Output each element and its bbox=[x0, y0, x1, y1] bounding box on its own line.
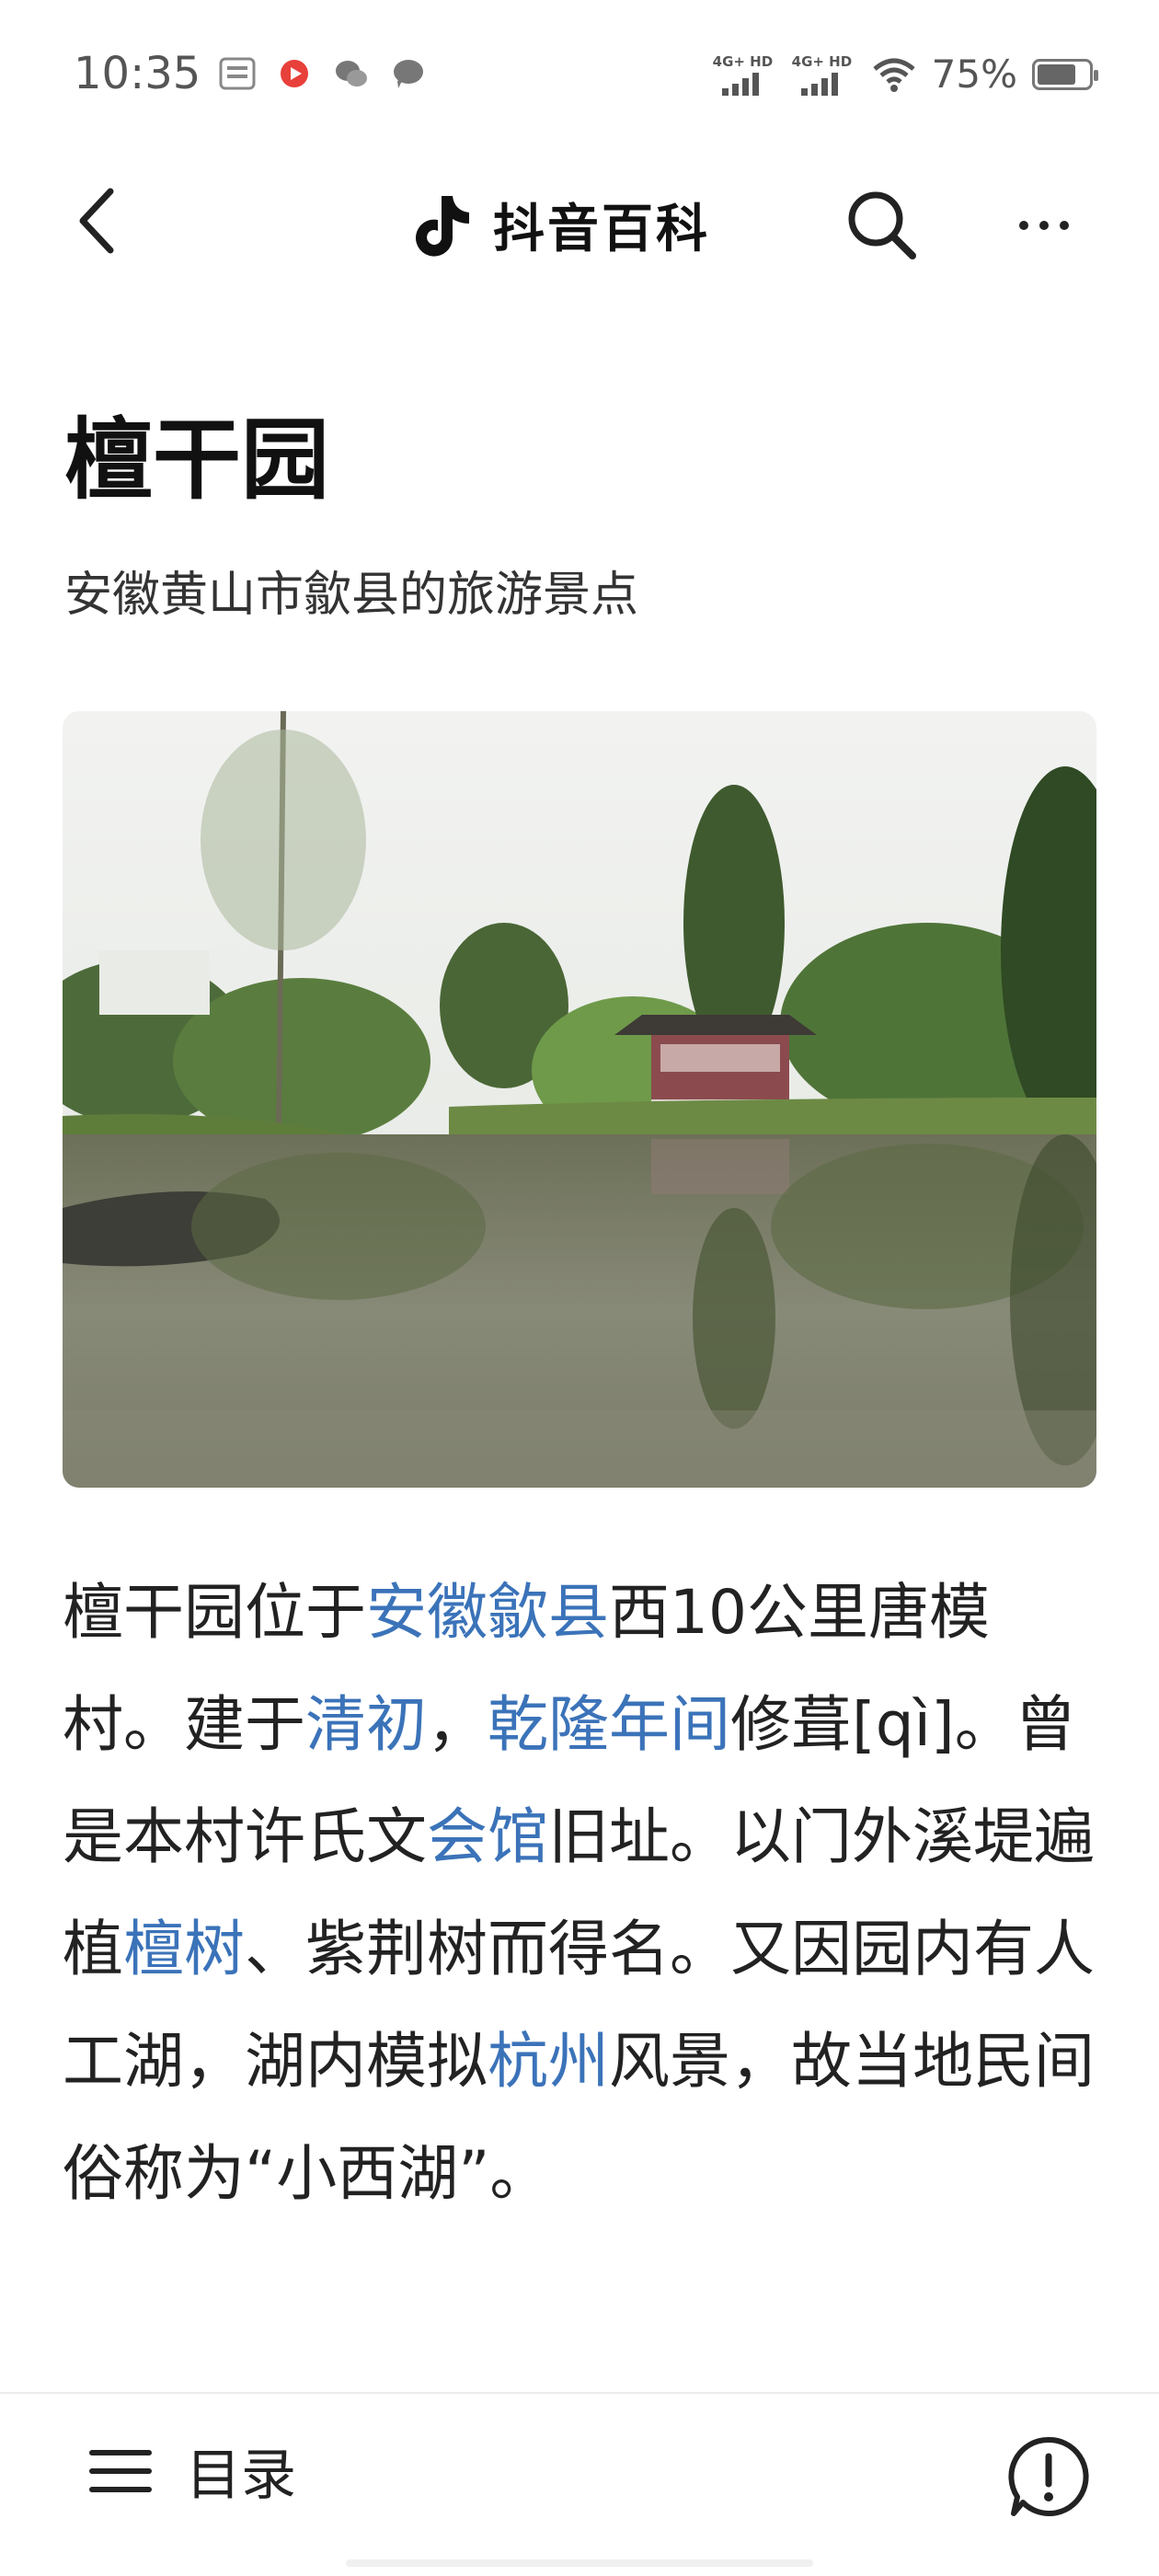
brand-logo: 抖音百科 bbox=[414, 188, 710, 262]
report-button[interactable] bbox=[1003, 2431, 1095, 2523]
battery-icon bbox=[1032, 58, 1098, 90]
status-time: 10:35 bbox=[74, 48, 201, 99]
page-title: 檀干园 bbox=[64, 408, 329, 512]
video-app-icon bbox=[276, 55, 313, 92]
battery-percent: 75% bbox=[931, 52, 1017, 97]
exclamation-circle-icon bbox=[1008, 2436, 1089, 2516]
more-button[interactable] bbox=[1003, 184, 1085, 267]
wifi-icon bbox=[873, 58, 915, 92]
toutiao-icon bbox=[219, 55, 256, 92]
network-signal-icon-2: 4G+ HD bbox=[792, 53, 856, 96]
entry-subtitle: 安徽黄山市歙县的旅游景点 bbox=[64, 568, 639, 623]
notification-icons bbox=[219, 55, 427, 92]
article-text: 檀干园位于 bbox=[63, 1577, 366, 1648]
douyin-logo-icon bbox=[416, 195, 469, 257]
article-text: ， bbox=[427, 1689, 488, 1760]
home-indicator[interactable] bbox=[346, 2559, 813, 2567]
link-qingchu[interactable]: 清初 bbox=[305, 1689, 427, 1760]
link-huiguan[interactable]: 会馆 bbox=[427, 1801, 548, 1872]
toc-label: 目录 bbox=[186, 2444, 296, 2508]
search-button[interactable] bbox=[841, 184, 924, 267]
hero-image[interactable] bbox=[63, 711, 1096, 1488]
menu-icon bbox=[89, 2449, 152, 2492]
chevron-left-icon bbox=[79, 188, 114, 254]
message-icon bbox=[390, 55, 427, 92]
garden-pond-photo bbox=[63, 711, 1096, 1488]
link-hangzhou[interactable]: 杭州 bbox=[488, 2026, 609, 2097]
link-qianlong-years[interactable]: 乾隆年间 bbox=[488, 1689, 730, 1760]
wechat-icon bbox=[333, 55, 370, 92]
more-horizontal-icon bbox=[1019, 221, 1028, 230]
bottom-bar: 目录 bbox=[0, 2394, 1159, 2576]
article-body: 檀干园位于安徽歙县西10公里唐模村。建于清初，乾隆年间修葺[qì]。曾是本村许氏… bbox=[63, 1557, 1102, 2230]
system-icons: 4G+ HD 4G+ HD 75% bbox=[713, 52, 1098, 97]
status-bar: 10:35 4G+ HD 4G+ HD 75% bbox=[0, 0, 1159, 147]
back-button[interactable] bbox=[61, 184, 134, 258]
toc-button[interactable]: 目录 bbox=[88, 2431, 296, 2511]
link-tanshu[interactable]: 檀树 bbox=[123, 1914, 245, 1984]
brand-title: 抖音百科 bbox=[493, 200, 710, 259]
search-icon bbox=[848, 191, 916, 259]
link-anhui-shexian[interactable]: 安徽歙县 bbox=[366, 1577, 609, 1648]
network-signal-icon: 4G+ HD bbox=[713, 53, 777, 96]
app-header: 抖音百科 bbox=[0, 156, 1159, 285]
